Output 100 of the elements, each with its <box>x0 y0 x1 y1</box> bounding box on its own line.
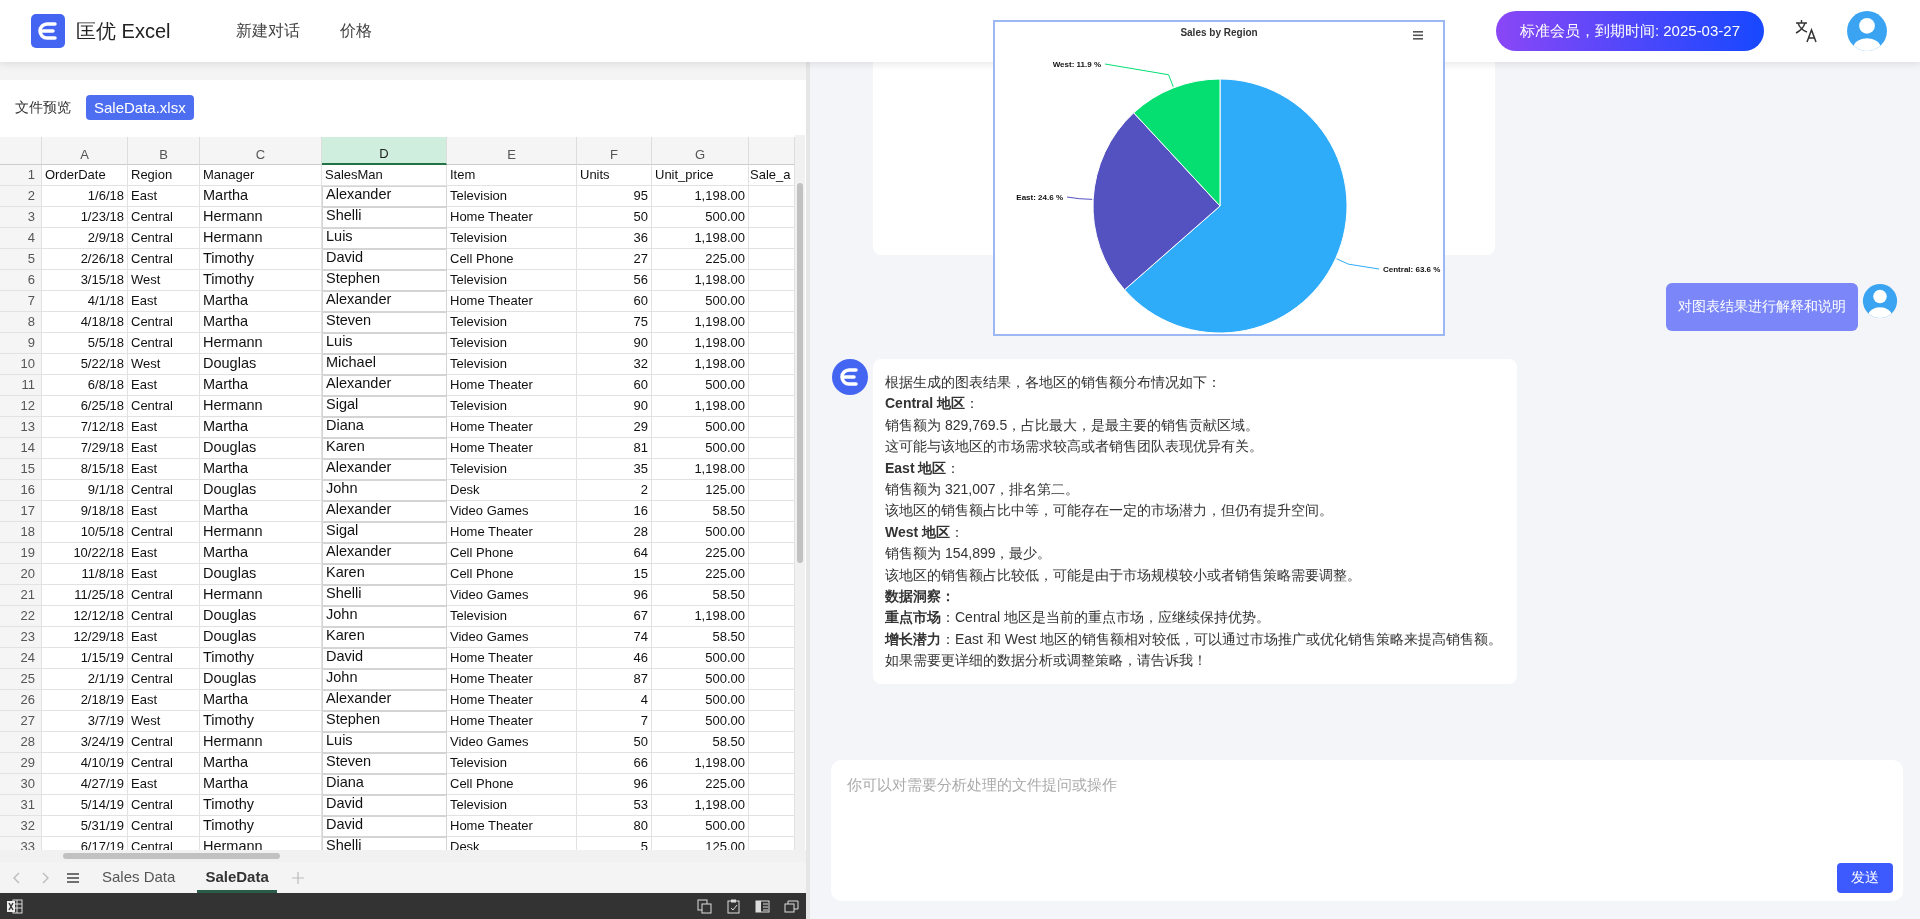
row-number: 31 <box>0 795 42 816</box>
table-cell: 96 <box>577 774 652 795</box>
table-cell: Video Games <box>447 501 577 522</box>
row-number: 27 <box>0 711 42 732</box>
plus-icon[interactable] <box>290 870 305 885</box>
table-cell: 60 <box>577 291 652 312</box>
table-cell: 53 <box>577 795 652 816</box>
table-cell: Television <box>447 795 577 816</box>
column-header[interactable]: G <box>652 137 749 165</box>
table-cell: Martha <box>200 753 322 774</box>
table-cell: Sigal <box>322 522 447 543</box>
table-cell: Steven <box>322 753 447 774</box>
sheet-tab[interactable]: Sales Data <box>94 862 184 893</box>
file-tab[interactable]: SaleData.xlsx <box>86 95 194 120</box>
table-cell: John <box>322 669 447 690</box>
table-cell: 90 <box>577 396 652 417</box>
table-cell: Hermann <box>200 207 322 228</box>
select-all-corner[interactable] <box>0 137 42 165</box>
table-cell: 67 <box>577 606 652 627</box>
table-cell: 96 <box>577 585 652 606</box>
table-cell: Television <box>447 312 577 333</box>
table-cell: 50 <box>577 207 652 228</box>
table-cell: Alexander <box>322 543 447 564</box>
table-cell: Douglas <box>200 606 322 627</box>
table-cell: 29 <box>577 417 652 438</box>
table-cell: Douglas <box>200 669 322 690</box>
row-number: 32 <box>0 816 42 837</box>
table-cell: 87 <box>577 669 652 690</box>
clipboard-icon[interactable] <box>725 897 742 915</box>
menu-icon[interactable] <box>66 870 80 885</box>
logo-icon[interactable] <box>31 14 65 48</box>
table-cell: Timothy <box>200 711 322 732</box>
table-cell: 1,198.00 <box>652 312 749 333</box>
table-cell: Central <box>128 648 200 669</box>
table-cell: 1,198.00 <box>652 396 749 417</box>
table-cell: Martha <box>200 501 322 522</box>
table-cell: 1,198.00 <box>652 270 749 291</box>
avatar-icon[interactable] <box>1862 283 1898 319</box>
table-cell: 7 <box>577 711 652 732</box>
table-cell: Michael <box>322 354 447 375</box>
table-cell: Region <box>128 165 200 186</box>
table-cell: Alexander <box>322 186 447 207</box>
column-header[interactable]: E <box>447 137 577 165</box>
nav-link[interactable]: 价格 <box>340 20 373 42</box>
scrollbar[interactable] <box>795 135 805 850</box>
table-cell: 2/9/18 <box>42 228 128 249</box>
table-cell: 81 <box>577 438 652 459</box>
table-cell: 1/23/18 <box>42 207 128 228</box>
table-cell: 3/15/18 <box>42 270 128 291</box>
column-header[interactable]: B <box>128 137 200 165</box>
column-header[interactable]: A <box>42 137 128 165</box>
table-cell: Martha <box>200 186 322 207</box>
row-number: 11 <box>0 375 42 396</box>
table-cell: Hermann <box>200 585 322 606</box>
table-cell: Alexander <box>322 459 447 480</box>
table-cell: 500.00 <box>652 690 749 711</box>
table-cell: 58.50 <box>652 585 749 606</box>
message-line: 重点市场：Central 地区是当前的重点市场，应继续保持优势。 <box>885 608 1272 628</box>
message-input[interactable]: 你可以对需要分析处理的文件提问或操作 <box>845 774 1893 863</box>
table-cell: Shelli <box>322 585 447 606</box>
table-cell: 500.00 <box>652 417 749 438</box>
membership-badge[interactable]: 标准会员，到期时间: 2025-03-27 <box>1495 11 1764 51</box>
table-cell: 12/29/18 <box>42 627 128 648</box>
table-cell: Douglas <box>200 354 322 375</box>
table-cell: Cell Phone <box>447 564 577 585</box>
table-cell: Timothy <box>200 648 322 669</box>
table-cell: 500.00 <box>652 207 749 228</box>
table-cell: 500.00 <box>652 375 749 396</box>
table-cell: 2/26/18 <box>42 249 128 270</box>
column-header[interactable]: D <box>322 137 447 165</box>
send-button[interactable]: 发送 <box>1837 863 1893 893</box>
table-cell: 66 <box>577 753 652 774</box>
column-header[interactable]: C <box>200 137 322 165</box>
translate-icon[interactable] <box>1794 18 1820 44</box>
table-cell: 225.00 <box>652 564 749 585</box>
table-cell: Alexander <box>322 690 447 711</box>
menu-icon[interactable] <box>1413 31 1423 40</box>
table-cell: Steven <box>322 312 447 333</box>
table-cell: 32 <box>577 354 652 375</box>
copy-icon[interactable] <box>696 897 713 915</box>
avatar-icon[interactable] <box>1846 10 1888 52</box>
table-cell: Timothy <box>200 249 322 270</box>
table-cell: Video Games <box>447 627 577 648</box>
chart-title: Sales by Region <box>1180 27 1258 38</box>
window-icon[interactable] <box>783 897 800 915</box>
table-cell: 225.00 <box>652 249 749 270</box>
table-cell: Central <box>128 753 200 774</box>
table-cell: 60 <box>577 375 652 396</box>
message-field[interactable]: 你可以对需要分析处理的文件提问或操作 发送 <box>831 760 1903 901</box>
layout-icon[interactable] <box>754 897 771 915</box>
table-cell: 7/12/18 <box>42 417 128 438</box>
table-cell: 500.00 <box>652 669 749 690</box>
column-header[interactable] <box>749 137 795 165</box>
row-number: 10 <box>0 354 42 375</box>
table-cell: 500.00 <box>652 648 749 669</box>
table-cell: Karen <box>322 438 447 459</box>
column-header[interactable]: F <box>577 137 652 165</box>
table-cell: Home Theater <box>447 291 577 312</box>
table-cell: Luis <box>322 228 447 249</box>
nav-link[interactable]: 新建对话 <box>236 20 301 42</box>
